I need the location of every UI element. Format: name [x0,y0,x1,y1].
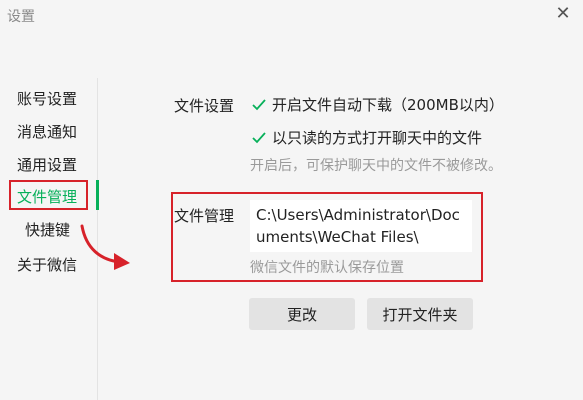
sidebar-item-file-management[interactable]: 文件管理 [17,186,77,207]
change-button[interactable]: 更改 [249,298,355,330]
active-indicator [96,180,99,210]
file-settings-hint: 开启后，可保护聊天中的文件不被修改。 [250,158,502,174]
curved-arrow-icon [80,224,130,270]
auto-download-label: 开启文件自动下载（200MB以内） [272,96,504,114]
close-button[interactable]: ✕ [552,4,574,24]
file-management-label: 文件管理 [174,207,235,225]
close-icon: ✕ [555,3,571,24]
sidebar-item-notifications[interactable]: 消息通知 [17,121,77,142]
check-icon [251,130,267,146]
file-path-field[interactable]: C:\Users\Administrator\Documents\WeChat … [250,200,472,252]
check-icon [251,97,267,113]
file-settings-label: 文件设置 [174,97,235,115]
read-only-label: 以只读的方式打开聊天中的文件 [272,129,483,147]
sidebar-item-shortcuts[interactable]: 快捷键 [25,219,70,240]
window-title: 设置 [7,9,35,25]
read-only-checkbox[interactable]: 以只读的方式打开聊天中的文件 [251,127,482,148]
sidebar-item-about[interactable]: 关于微信 [17,254,77,275]
settings-window: 设置 ✕ 账号设置 消息通知 通用设置 文件管理 快捷键 关于微信 文件设置 开… [0,0,583,400]
sidebar-item-general[interactable]: 通用设置 [17,154,77,175]
open-folder-button[interactable]: 打开文件夹 [367,298,473,330]
auto-download-checkbox[interactable]: 开启文件自动下载（200MB以内） [251,94,504,115]
file-path-hint: 微信文件的默认保存位置 [250,260,404,276]
sidebar-item-account[interactable]: 账号设置 [17,88,77,109]
